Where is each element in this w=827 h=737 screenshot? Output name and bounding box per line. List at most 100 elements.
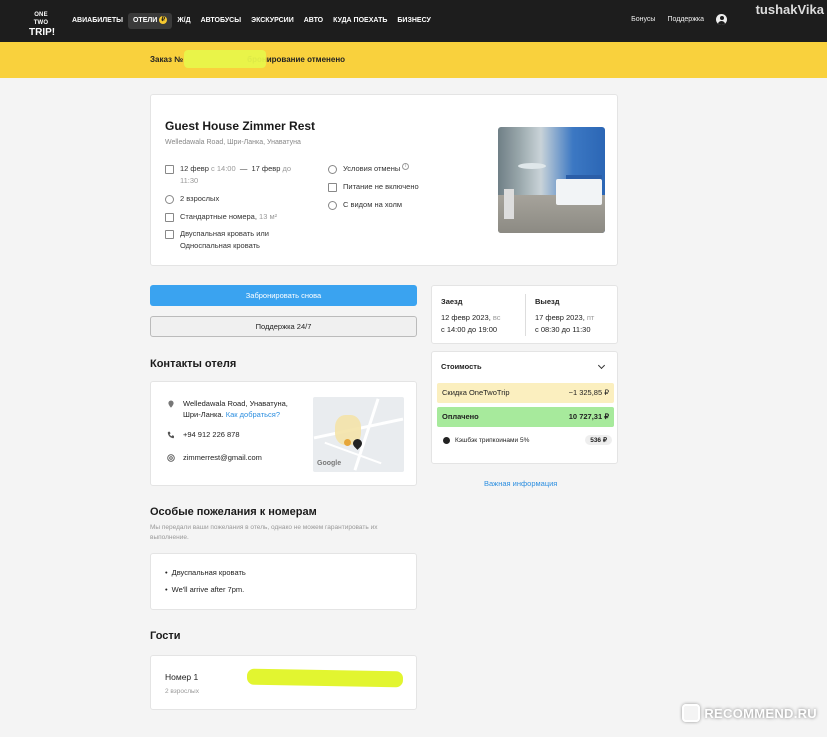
nav-buses[interactable]: АВТОБУСЫ bbox=[196, 13, 247, 29]
fork-knife-icon bbox=[328, 182, 337, 192]
book-again-button[interactable]: Забронировать снова bbox=[150, 285, 417, 306]
cancel-conditions[interactable]: Условия отмены i bbox=[328, 163, 410, 175]
hotel-address: Welledawala Road, Шри-Ланка, Унаватуна bbox=[165, 139, 301, 146]
wishes-card: Двуспальная кровать We'll arrive after 7… bbox=[150, 553, 417, 610]
meals: Питание не включено bbox=[328, 181, 419, 193]
room-type: Стандартные номера, 13 м² bbox=[165, 211, 277, 223]
phone-number[interactable]: +94 912 226 878 bbox=[183, 429, 240, 440]
wishes-note: Мы передали ваши пожелания в отель, одна… bbox=[150, 524, 378, 541]
support-link[interactable]: Поддержка bbox=[667, 16, 704, 23]
cashback-row: Кэшбэк трипкоинами 5% bbox=[443, 437, 529, 444]
time-to: 11:30 bbox=[180, 176, 199, 185]
hotel-name: Guest House Zimmer Rest bbox=[165, 119, 316, 133]
checkin-column: Заезд 12 февр 2023, вс с 14:00 до 19:00 bbox=[441, 296, 501, 336]
contact-phone: +94 912 226 878 bbox=[167, 429, 240, 440]
contact-address-line-2: Шри-Ланка. bbox=[183, 410, 224, 419]
hotel-photo[interactable] bbox=[498, 127, 605, 233]
user-account-icon[interactable] bbox=[716, 14, 727, 25]
nav-excursions[interactable]: ЭКСКУРСИИ bbox=[246, 13, 299, 29]
important-info-link[interactable]: Важная информация bbox=[484, 479, 557, 488]
support-24-7-button[interactable]: Поддержка 24/7 bbox=[150, 316, 417, 337]
email-address[interactable]: zimmerrest@gmail.com bbox=[183, 452, 262, 463]
recommend-watermark-text: RECOMMEND.RU bbox=[704, 705, 817, 721]
hotel-location-map[interactable]: Google bbox=[313, 397, 404, 472]
recommend-watermark: RECOMMEND.RU bbox=[682, 704, 817, 722]
nav-hotels[interactable]: ОТЕЛИ ₽ bbox=[127, 13, 173, 29]
paid-value: 10 727,31 ₽ bbox=[568, 412, 609, 421]
room-view: С видом на холм bbox=[328, 199, 402, 211]
checkout-date: 17 февр 2023, bbox=[535, 313, 585, 322]
cancel-conditions-label: Условия отмены bbox=[343, 164, 401, 173]
order-number-prefix: Заказ № bbox=[150, 55, 184, 64]
checkout-label: Выезд bbox=[535, 297, 560, 306]
date-from: 12 февр bbox=[180, 164, 209, 173]
cancel-refund-icon bbox=[328, 164, 337, 174]
info-icon[interactable]: i bbox=[402, 163, 410, 170]
stay-dates-card: Заезд 12 февр 2023, вс с 14:00 до 19:00 … bbox=[431, 285, 618, 344]
date-to: 17 февр bbox=[251, 164, 281, 173]
logo-line-1: ONE TWO bbox=[33, 12, 49, 26]
room-guests: 2 взрослых bbox=[165, 688, 199, 695]
meals-label: Питание не включено bbox=[343, 182, 419, 191]
bed-type: Двуспальная кровать или Односпальная кров… bbox=[165, 228, 269, 252]
logo-line-2: TRIP! bbox=[29, 27, 56, 38]
room-label: Номер 1 bbox=[165, 672, 199, 682]
contact-address-line-1: Welledawala Road, Унаватуна, bbox=[183, 399, 288, 408]
nav-trains[interactable]: Ж/Д bbox=[172, 13, 195, 29]
order-status-banner: Заказ № бронирование отменено bbox=[0, 42, 827, 78]
guests-label: 2 взрослых bbox=[180, 194, 220, 203]
paid-row: Оплачено 10 727,31 ₽ bbox=[437, 407, 614, 427]
time-to-prefix: до bbox=[282, 164, 292, 173]
cashback-value: 536 ₽ bbox=[585, 435, 612, 445]
wish-item: We'll arrive after 7pm. bbox=[165, 585, 245, 594]
bed-icon bbox=[165, 229, 174, 239]
google-logo: Google bbox=[317, 460, 342, 467]
nav-cars[interactable]: АВТО bbox=[299, 13, 328, 29]
checkin-date: 12 февр 2023, bbox=[441, 313, 491, 322]
calendar-icon bbox=[165, 164, 174, 174]
cost-title[interactable]: Стоимость bbox=[441, 362, 482, 371]
room-size: 13 м² bbox=[259, 212, 278, 221]
date-dash: — bbox=[239, 164, 248, 173]
paid-label: Оплачено bbox=[442, 412, 479, 421]
bed-line-2: Односпальная кровать bbox=[180, 241, 260, 250]
redacted-guest-names bbox=[246, 668, 404, 688]
nav-flights[interactable]: АВИАБИЛЕТЫ bbox=[67, 13, 128, 29]
chevron-down-icon[interactable] bbox=[597, 361, 606, 370]
onetwotrip-logo[interactable]: ONE TWO TRIP! bbox=[29, 11, 55, 38]
guests-card: Номер 1 2 взрослых bbox=[150, 655, 417, 710]
nav-business[interactable]: БИЗНЕСУ bbox=[392, 13, 436, 29]
bed-line-1: Двуспальная кровать или bbox=[180, 229, 270, 238]
person-icon bbox=[165, 194, 174, 204]
cashback-label: Кэшбэк трипкоинами 5% bbox=[455, 437, 530, 444]
cost-card: Стоимость Скидка OneTwoTrip −1 325,85 ₽ … bbox=[431, 351, 618, 464]
nav-where-to-go[interactable]: КУДА ПОЕХАТЬ bbox=[328, 13, 392, 29]
watermark-username: tushakVika bbox=[755, 2, 824, 17]
header-right: Бонусы Поддержка bbox=[631, 14, 727, 25]
hotel-summary-card: Guest House Zimmer Rest Welledawala Road… bbox=[150, 94, 618, 266]
discount-label: Скидка OneTwoTrip bbox=[442, 388, 510, 397]
phone-icon bbox=[167, 431, 174, 438]
at-sign-icon bbox=[167, 453, 175, 462]
top-navigation-bar: ONE TWO TRIP! АВИАБИЛЕТЫ ОТЕЛИ ₽ Ж/Д АВТО… bbox=[0, 0, 827, 42]
checkout-day: пт bbox=[586, 313, 595, 322]
tripcoin-icon bbox=[443, 437, 450, 444]
contact-address: Welledawala Road, Унаватуна, Шри-Ланка. … bbox=[167, 398, 288, 420]
eye-icon bbox=[328, 200, 337, 210]
discount-row: Скидка OneTwoTrip −1 325,85 ₽ bbox=[437, 383, 614, 403]
wish-item: Двуспальная кровать bbox=[165, 568, 246, 577]
stay-dates: 12 февр с 14:00 — 17 февр до 11:30 bbox=[165, 163, 325, 187]
checkout-time: с 08:30 до 11:30 bbox=[535, 325, 591, 334]
contact-email: zimmerrest@gmail.com bbox=[167, 452, 262, 463]
time-from: с 14:00 bbox=[211, 164, 236, 173]
directions-link[interactable]: Как добраться? bbox=[226, 410, 280, 419]
redacted-order-number bbox=[184, 50, 266, 68]
bonuses-link[interactable]: Бонусы bbox=[631, 16, 655, 23]
dates-divider bbox=[525, 294, 526, 336]
room-type-label: Стандартные номера, bbox=[180, 212, 257, 221]
recommend-logo-icon bbox=[682, 704, 701, 722]
contacts-title: Контакты отеля bbox=[150, 358, 237, 370]
checkin-time: с 14:00 до 19:00 bbox=[441, 325, 498, 334]
checkin-label: Заезд bbox=[441, 297, 463, 306]
room-view-label: С видом на холм bbox=[343, 200, 403, 209]
